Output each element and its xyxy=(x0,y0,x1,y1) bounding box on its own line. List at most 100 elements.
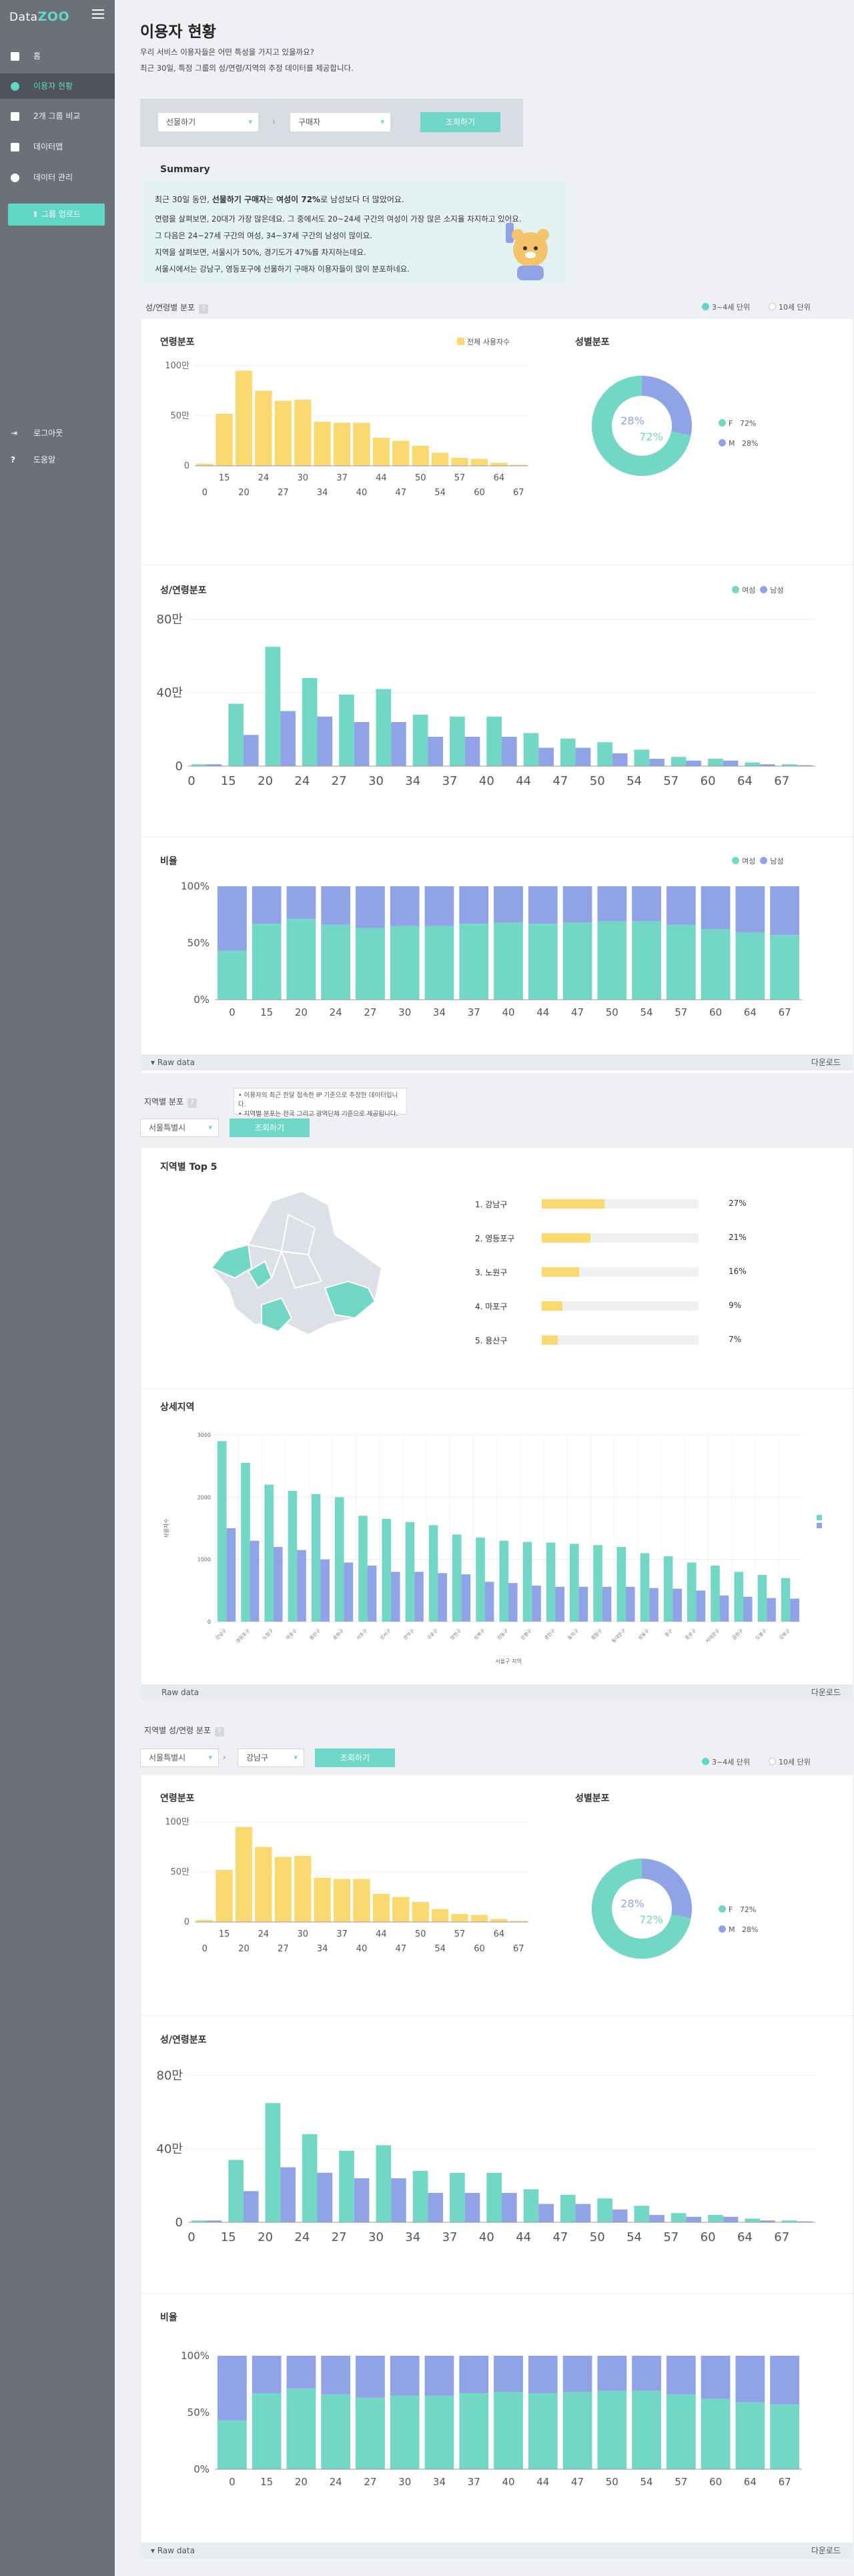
nav-datamap[interactable]: 데이터맵 xyxy=(0,134,115,159)
unit-toggle-10[interactable]: 10세 단위 xyxy=(769,1756,811,1767)
y-tick-label: 1000 xyxy=(197,1557,211,1563)
y-tick-label: 100% xyxy=(181,2350,209,2362)
x-tick-label: 15 xyxy=(260,2476,273,2488)
male-bar xyxy=(280,711,296,766)
user-icon xyxy=(11,82,19,91)
age-bar xyxy=(216,1870,233,1922)
donut-m-label: 28% xyxy=(620,414,645,427)
male-bar xyxy=(723,760,739,766)
region-search-button[interactable]: 조회하기 xyxy=(230,1118,310,1137)
male-ratio-bar xyxy=(666,2356,696,2394)
female-bar xyxy=(486,716,502,766)
download-link[interactable]: 다운로드 xyxy=(811,1684,841,1700)
x-tick-label: 67 xyxy=(513,1944,524,1954)
nav-user-status[interactable]: 이용자 현황 xyxy=(0,73,115,99)
nav-home[interactable]: 홈 xyxy=(0,43,115,69)
home-icon xyxy=(11,52,19,61)
nav-label: 도움말 xyxy=(33,455,56,464)
raw-data-bar-3[interactable]: ▾ Raw data 다운로드 xyxy=(141,2543,853,2559)
female-ratio-bar xyxy=(390,2395,420,2469)
nav-logout[interactable]: ⇥ 로그아웃 xyxy=(0,420,115,446)
logo[interactable]: DataZOO xyxy=(9,9,69,24)
download-link[interactable]: 다운로드 xyxy=(811,2543,841,2559)
x-tick-label: 노원구 xyxy=(261,1628,274,1641)
male-ratio-bar xyxy=(424,2356,454,2396)
male-bar xyxy=(428,2193,444,2222)
male-ratio-bar xyxy=(562,886,592,923)
female-ratio-bar xyxy=(390,926,420,1000)
age-bar xyxy=(314,1878,331,1922)
x-tick-label: 44 xyxy=(536,2476,549,2488)
y-tick-label: 3000 xyxy=(197,1432,211,1438)
type-select[interactable]: 구매자 xyxy=(290,112,391,132)
unit-toggle-10[interactable]: 10세 단위 xyxy=(769,302,811,312)
x-tick-label: 서초구 xyxy=(355,1628,368,1641)
male-bar xyxy=(602,1586,612,1622)
search-button[interactable]: 조회하기 xyxy=(420,112,500,132)
x-tick-label: 20 xyxy=(295,1006,308,1018)
x-tick-label: 27 xyxy=(332,2230,347,2244)
female-bar xyxy=(560,738,576,766)
group-upload-button[interactable]: ⬆ 그룹 업로드 xyxy=(8,204,105,226)
unit-toggle-3[interactable]: 3~4세 단위 xyxy=(702,1756,750,1767)
help-icon[interactable]: ? xyxy=(199,304,209,314)
nav-compare[interactable]: 2개 그룹 비교 xyxy=(0,103,115,129)
download-link[interactable]: 다운로드 xyxy=(811,1054,841,1070)
x-tick-label: 동작구 xyxy=(566,1628,580,1641)
male-ratio-bar xyxy=(597,2356,627,2391)
male-bar xyxy=(428,737,444,766)
raw-data-bar-1[interactable]: ▾ Raw data 다운로드 xyxy=(141,1054,853,1070)
region-select[interactable]: 서울특별시 xyxy=(140,1118,219,1137)
age-bar xyxy=(490,462,508,466)
female-bar xyxy=(228,2160,244,2222)
top5-progress-bar xyxy=(542,1335,699,1345)
nav-label: 데이터 관리 xyxy=(33,173,73,182)
age-bar xyxy=(470,458,488,466)
y-tick-label: 50만 xyxy=(170,1867,189,1877)
x-tick-label: 54 xyxy=(626,774,642,788)
x-tick-label: 60 xyxy=(474,1944,485,1954)
x-tick-label: 67 xyxy=(779,1006,791,1018)
x-tick-label: 67 xyxy=(774,2230,789,2244)
region3-select-1[interactable]: 서울특별시 xyxy=(140,1748,219,1767)
male-bar xyxy=(464,737,480,766)
help-icon[interactable]: ? xyxy=(215,1727,224,1736)
gender-chart-title: 성별분포 xyxy=(575,337,610,348)
female-bar xyxy=(687,1562,697,1622)
male-ratio-bar xyxy=(286,2356,316,2389)
unit-toggle-3[interactable]: 3~4세 단위 xyxy=(702,302,750,312)
top5-progress-fill xyxy=(542,1233,591,1243)
x-tick-label: 64 xyxy=(494,473,505,483)
radio-selected-icon xyxy=(702,303,709,310)
x-tick-label: 40 xyxy=(356,1944,368,1954)
menu-icon[interactable] xyxy=(92,9,104,20)
age-bar xyxy=(353,1879,370,1922)
x-tick-label: 송파구 xyxy=(332,1628,345,1641)
x-tick-label: 24 xyxy=(258,473,270,483)
region-card: 지역별 Top 5 1. 강남구 27% 2. 영등포구 21% 3. 노원구 16% 4.… xyxy=(141,1148,853,1687)
help-icon[interactable]: ? xyxy=(187,1098,197,1108)
female-bar xyxy=(218,1441,227,1622)
male-ratio-bar xyxy=(701,886,731,930)
x-tick-label: 37 xyxy=(442,774,458,788)
help-icon: ? xyxy=(11,455,15,464)
male-bar xyxy=(673,1588,682,1622)
summary-line-1: 최근 30일 동안, 선물하기 구매자는 여성이 72%로 남성보다 더 많았어… xyxy=(155,195,404,204)
raw-data-bar-2[interactable]: Raw data 다운로드 xyxy=(141,1684,853,1700)
service-select[interactable]: 선물하기 xyxy=(157,112,259,132)
x-tick-label: 47 xyxy=(552,2230,568,2244)
male-ratio-bar xyxy=(218,886,247,951)
male-bar xyxy=(538,2204,554,2222)
nav-data-manage[interactable]: 데이터 관리 xyxy=(0,165,115,190)
male-bar xyxy=(391,2178,406,2222)
female-ratio-bar xyxy=(252,2393,282,2469)
top5-rank-label: 2. 영등포구 xyxy=(475,1234,515,1243)
nav-help[interactable]: ? 도움말 xyxy=(0,447,115,472)
x-tick-label: 15 xyxy=(260,1006,273,1018)
x-tick-label: 60 xyxy=(701,2230,716,2244)
x-tick-label: 20 xyxy=(258,774,273,788)
region3-search-button[interactable]: 조회하기 xyxy=(315,1748,395,1767)
region3-select-2[interactable]: 강남구 xyxy=(238,1748,304,1767)
x-tick-label: 37 xyxy=(442,2230,458,2244)
section3-card: 연령분포 0 50만 100만 0 15 20 24 27 30 34 37 40 44 47 50 54 57… xyxy=(141,1775,853,2543)
